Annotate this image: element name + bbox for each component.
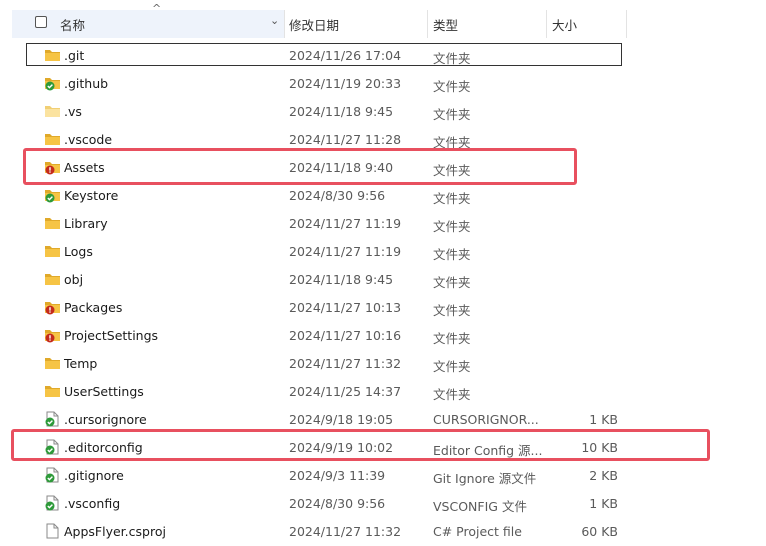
folder-error-icon	[44, 327, 62, 343]
file-type: 文件夹	[433, 359, 471, 374]
file-type: 文件夹	[433, 191, 471, 206]
column-header-name[interactable]: 名称	[60, 15, 85, 34]
file-list: .git 2024/11/26 17:04 文件夹 .github 2024/11/19…	[0, 42, 766, 546]
highlight-box-assets	[23, 148, 577, 185]
column-header-date[interactable]: 修改日期	[289, 15, 339, 34]
file-date: 2024/11/27 10:16	[289, 328, 402, 343]
file-icon	[44, 523, 62, 539]
file-date: 2024/11/27 10:13	[289, 300, 402, 315]
file-row[interactable]: Temp 2024/11/27 11:32 文件夹	[0, 350, 766, 378]
file-type: 文件夹	[433, 219, 471, 234]
folder-error-icon	[44, 299, 62, 315]
file-name: ProjectSettings	[64, 328, 159, 343]
name-column-hover-bg	[12, 10, 284, 38]
folder-icon	[44, 215, 62, 231]
file-type: VSCONFIG 文件	[433, 499, 527, 514]
file-row[interactable]: .gitignore 2024/9/3 11:39 Git Ignore 源文件 2 …	[0, 462, 766, 490]
file-row[interactable]: ProjectSettings 2024/11/27 10:16 文件夹	[0, 322, 766, 350]
file-synced-icon	[44, 467, 62, 483]
folder-icon	[44, 271, 62, 287]
folder-synced-icon	[44, 187, 62, 203]
chevron-down-icon[interactable]: ⌄	[270, 14, 279, 27]
file-date: 2024/8/30 9:56	[289, 496, 386, 511]
file-date: 2024/11/27 11:32	[289, 356, 402, 371]
file-synced-icon	[44, 411, 62, 427]
file-row[interactable]: Packages 2024/11/27 10:13 文件夹	[0, 294, 766, 322]
file-synced-icon	[44, 495, 62, 511]
file-row[interactable]: AppsFlyer.csproj 2024/11/27 11:32 C# Proje…	[0, 518, 766, 546]
folder-icon	[44, 243, 62, 259]
highlight-box-editorconfig	[11, 429, 710, 461]
folder-icon	[44, 131, 62, 147]
folder-icon	[44, 383, 62, 399]
file-date: 2024/11/27 11:19	[289, 216, 402, 231]
file-name: Temp	[64, 356, 98, 371]
file-date: 2024/11/19 20:33	[289, 76, 402, 91]
file-date: 2024/9/3 11:39	[289, 468, 386, 483]
file-row[interactable]: Library 2024/11/27 11:19 文件夹	[0, 210, 766, 238]
file-row[interactable]: Logs 2024/11/27 11:19 文件夹	[0, 238, 766, 266]
file-date: 2024/9/18 19:05	[289, 412, 394, 427]
file-type: 文件夹	[433, 303, 471, 318]
folder-icon	[44, 355, 62, 371]
file-type: C# Project file	[433, 524, 522, 539]
file-type: 文件夹	[433, 331, 471, 346]
column-divider[interactable]	[284, 10, 285, 38]
file-type: 文件夹	[433, 387, 471, 402]
file-date: 2024/11/25 14:37	[289, 384, 402, 399]
file-date: 2024/8/30 9:56	[289, 188, 386, 203]
file-type: 文件夹	[433, 275, 471, 290]
file-name: AppsFlyer.csproj	[64, 524, 166, 539]
file-row[interactable]: UserSettings 2024/11/25 14:37 文件夹	[0, 378, 766, 406]
sort-ascending-icon: ^	[152, 2, 162, 15]
column-header-size[interactable]: 大小	[552, 15, 577, 34]
file-date: 2024/11/18 9:45	[289, 104, 394, 119]
file-name: .vscode	[64, 132, 113, 147]
file-name: .cursorignore	[64, 412, 147, 427]
file-type: 文件夹	[433, 247, 471, 262]
focus-outline	[26, 43, 622, 66]
file-type: CURSORIGNOR...	[433, 412, 539, 427]
file-name: Logs	[64, 244, 93, 259]
select-all-checkbox[interactable]	[35, 16, 47, 28]
file-name: Packages	[64, 300, 123, 315]
file-date: 2024/11/27 11:19	[289, 244, 402, 259]
file-type: 文件夹	[433, 107, 471, 122]
file-size: 1 KB	[589, 496, 618, 511]
file-name: .github	[64, 76, 109, 91]
column-divider[interactable]	[427, 10, 428, 38]
file-name: .vs	[64, 104, 82, 119]
file-size: 1 KB	[589, 412, 618, 427]
file-size: 60 KB	[581, 524, 618, 539]
file-row[interactable]: obj 2024/11/18 9:45 文件夹	[0, 266, 766, 294]
file-date: 2024/11/27 11:28	[289, 132, 402, 147]
column-divider[interactable]	[626, 10, 627, 38]
file-row[interactable]: .github 2024/11/19 20:33 文件夹	[0, 70, 766, 98]
file-name: Library	[64, 216, 108, 231]
file-name: UserSettings	[64, 384, 144, 399]
file-row[interactable]: .vs 2024/11/18 9:45 文件夹	[0, 98, 766, 126]
file-date: 2024/11/27 11:32	[289, 524, 402, 539]
file-type: Git Ignore 源文件	[433, 471, 537, 486]
file-name: Keystore	[64, 188, 119, 203]
file-row[interactable]: Keystore 2024/8/30 9:56 文件夹	[0, 182, 766, 210]
file-name: .gitignore	[64, 468, 124, 483]
file-row[interactable]: .vsconfig 2024/8/30 9:56 VSCONFIG 文件 1 KB	[0, 490, 766, 518]
folder-icon	[44, 103, 62, 119]
file-name: obj	[64, 272, 84, 287]
column-divider[interactable]	[546, 10, 547, 38]
column-header-type[interactable]: 类型	[433, 15, 458, 34]
file-type: 文件夹	[433, 79, 471, 94]
column-header: ^ 名称 ⌄ 修改日期 类型 大小	[0, 0, 766, 44]
file-size: 2 KB	[589, 468, 618, 483]
folder-synced-icon	[44, 75, 62, 91]
file-name: .vsconfig	[64, 496, 121, 511]
file-date: 2024/11/18 9:45	[289, 272, 394, 287]
